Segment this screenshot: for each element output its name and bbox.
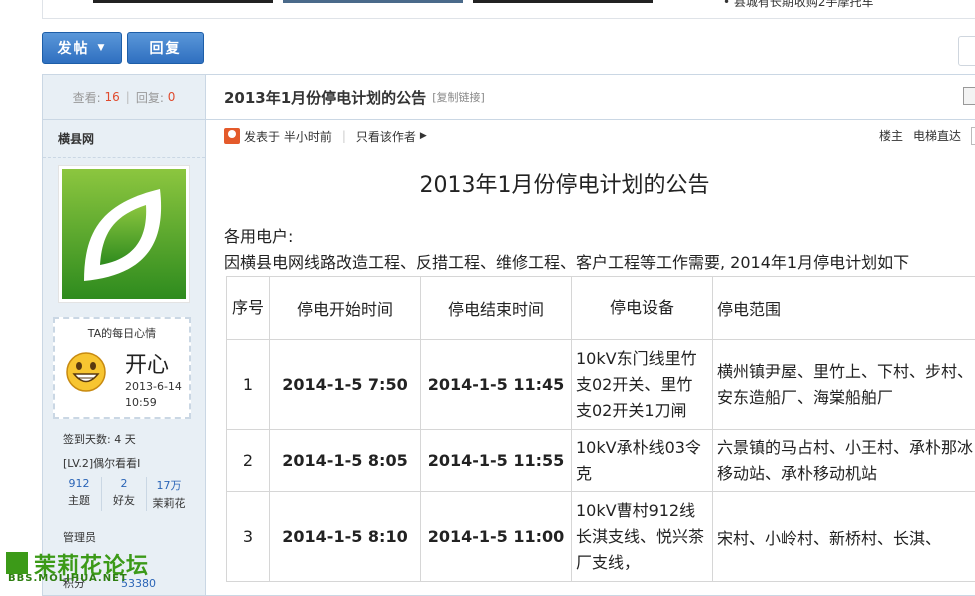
page-jump-box[interactable] (958, 36, 975, 66)
site-watermark-logo: 茉莉花论坛 BBS.MOLIHUA.NET (4, 548, 166, 584)
table-cell: 2014-1-5 11:55 (421, 430, 572, 492)
thread-title: 2013年1月份停电计划的公告 (224, 87, 426, 108)
jump-to-floor[interactable]: 电梯直达 (913, 127, 961, 145)
floor-nav: 楼主 电梯直达 (879, 127, 975, 145)
count-threads[interactable]: 912 主题 (57, 477, 102, 511)
thread-title-bar: 2013年1月份停电计划的公告 [复制链接] (206, 75, 975, 120)
user-counts: 912 主题 2 好友 17万茉莉花 (57, 477, 191, 511)
count-friends[interactable]: 2 好友 (102, 477, 147, 511)
banner-thumb[interactable] (283, 0, 463, 3)
table-cell: 2014-1-5 11:45 (421, 340, 572, 430)
table-cell: 2014-1-5 7:50 (270, 340, 421, 430)
table-cell: 六景镇的马占村、小王村、承朴那冰移动站、承朴移动机站 (713, 430, 975, 492)
table-cell: 3 (227, 492, 270, 582)
mood-date: 2013-6-14 10:59 (125, 379, 189, 411)
divider: | (342, 129, 346, 143)
floor-label[interactable]: 楼主 (879, 127, 903, 145)
banner-thumb[interactable] (473, 0, 653, 3)
table-header: 停电开始时间 (270, 277, 421, 340)
avatar[interactable] (58, 165, 190, 303)
reply-button-label: 回复 (150, 38, 182, 58)
smiley-icon (65, 351, 107, 393)
leaf-logo-icon (62, 169, 186, 299)
author-sidebar: 查看: 16 | 回复: 0 横县网 TA的每日心情 (43, 75, 206, 595)
replies-label: 回复: (136, 89, 164, 106)
post-intro: 因横县电网线路改造工程、反措工程、维修工程、客户工程等工作需要, 2014年1月… (224, 249, 909, 273)
views-label: 查看: (73, 89, 101, 106)
table-cell: 2 (227, 430, 270, 492)
outage-table: 序号 停电开始时间 停电结束时间 停电设备 停电范围 1 2014-1-5 7:… (226, 276, 975, 582)
count-value: 17万 (147, 477, 191, 493)
news-link[interactable]: • 县城有长期收购2手摩托车 (723, 0, 874, 10)
table-cell: 2014-1-5 8:10 (270, 492, 421, 582)
post-main: 2013年1月份停电计划的公告 [复制链接] 发表于 半小时前 | 只看该作者 … (206, 75, 975, 595)
table-cell: 10kV曹村912线长淇支线、悦兴茶厂支线， (572, 492, 713, 582)
user-role: 管理员 (63, 529, 96, 545)
print-icon[interactable] (963, 87, 975, 105)
table-header: 停电范围 (713, 277, 975, 340)
post-meta: 发表于 半小时前 | 只看该作者 ▶ 楼主 电梯直达 (224, 125, 975, 147)
post-button-label: 发帖 (58, 38, 90, 58)
table-row: 1 2014-1-5 7:50 2014-1-5 11:45 10kV东门线里竹… (227, 340, 975, 430)
table-header-row: 序号 停电开始时间 停电结束时间 停电设备 停电范围 (227, 277, 975, 340)
table-cell: 2014-1-5 11:00 (421, 492, 572, 582)
table-header: 停电设备 (572, 277, 713, 340)
copy-link[interactable]: [复制链接] (432, 89, 485, 105)
author-name[interactable]: 横县网 (43, 120, 205, 158)
count-label: 好友 (102, 492, 146, 508)
online-user-icon (224, 128, 240, 144)
table-row: 3 2014-1-5 8:10 2014-1-5 11:00 10kV曹村912… (227, 492, 975, 582)
count-label: 茉莉花 (147, 495, 191, 511)
table-cell: 1 (227, 340, 270, 430)
table-header: 序号 (227, 277, 270, 340)
sign-in-days: 签到天数: 4 天 (63, 431, 136, 447)
divider: | (126, 90, 130, 104)
count-value: 912 (57, 477, 101, 490)
count-value: 2 (102, 477, 146, 490)
banner-thumb[interactable] (93, 0, 273, 3)
table-cell: 横州镇尹屋、里竹上、下村、步村、安东造船厂、海棠船舶厂 (713, 340, 975, 430)
posted-time: 发表于 半小时前 (244, 128, 332, 145)
views-count: 16 (105, 90, 120, 104)
table-cell: 2014-1-5 8:05 (270, 430, 421, 492)
replies-count: 0 (168, 90, 176, 104)
mood-heading: TA的每日心情 (55, 325, 189, 341)
table-header: 停电结束时间 (421, 277, 572, 340)
table-cell: 10kV承朴线03令克 (572, 430, 713, 492)
reply-button[interactable]: 回复 (127, 32, 204, 64)
post-container: 查看: 16 | 回复: 0 横县网 TA的每日心情 (42, 74, 975, 596)
chevron-down-icon: ▼ (98, 43, 107, 53)
count-jasmine[interactable]: 17万茉莉花 (147, 477, 191, 511)
post-greeting: 各用电户: (224, 223, 293, 247)
floor-input[interactable] (971, 127, 975, 145)
count-label: 主题 (57, 492, 101, 508)
only-author-link[interactable]: 只看该作者 (356, 128, 416, 145)
table-row: 2 2014-1-5 8:05 2014-1-5 11:55 10kV承朴线03… (227, 430, 975, 492)
daily-mood-card: TA的每日心情 开心 2013-6-14 10:59 (53, 317, 191, 419)
triangle-right-icon: ▶ (420, 131, 427, 141)
post-heading: 2013年1月份停电计划的公告 (206, 167, 975, 199)
top-banner-strip: • 县城有长期收购2手摩托车 (42, 0, 975, 19)
table-cell: 宋村、小岭村、新桥村、长淇、 (713, 492, 975, 582)
post-button[interactable]: 发帖 ▼ (42, 32, 122, 64)
mood-word: 开心 (125, 347, 169, 379)
post-stats: 查看: 16 | 回复: 0 (43, 75, 205, 120)
logo-url: BBS.MOLIHUA.NET (8, 573, 128, 584)
table-cell: 10kV东门线里竹支02开关、里竹支02开关1刀闸 (572, 340, 713, 430)
user-level[interactable]: [LV.2]偶尔看看I (63, 455, 140, 471)
